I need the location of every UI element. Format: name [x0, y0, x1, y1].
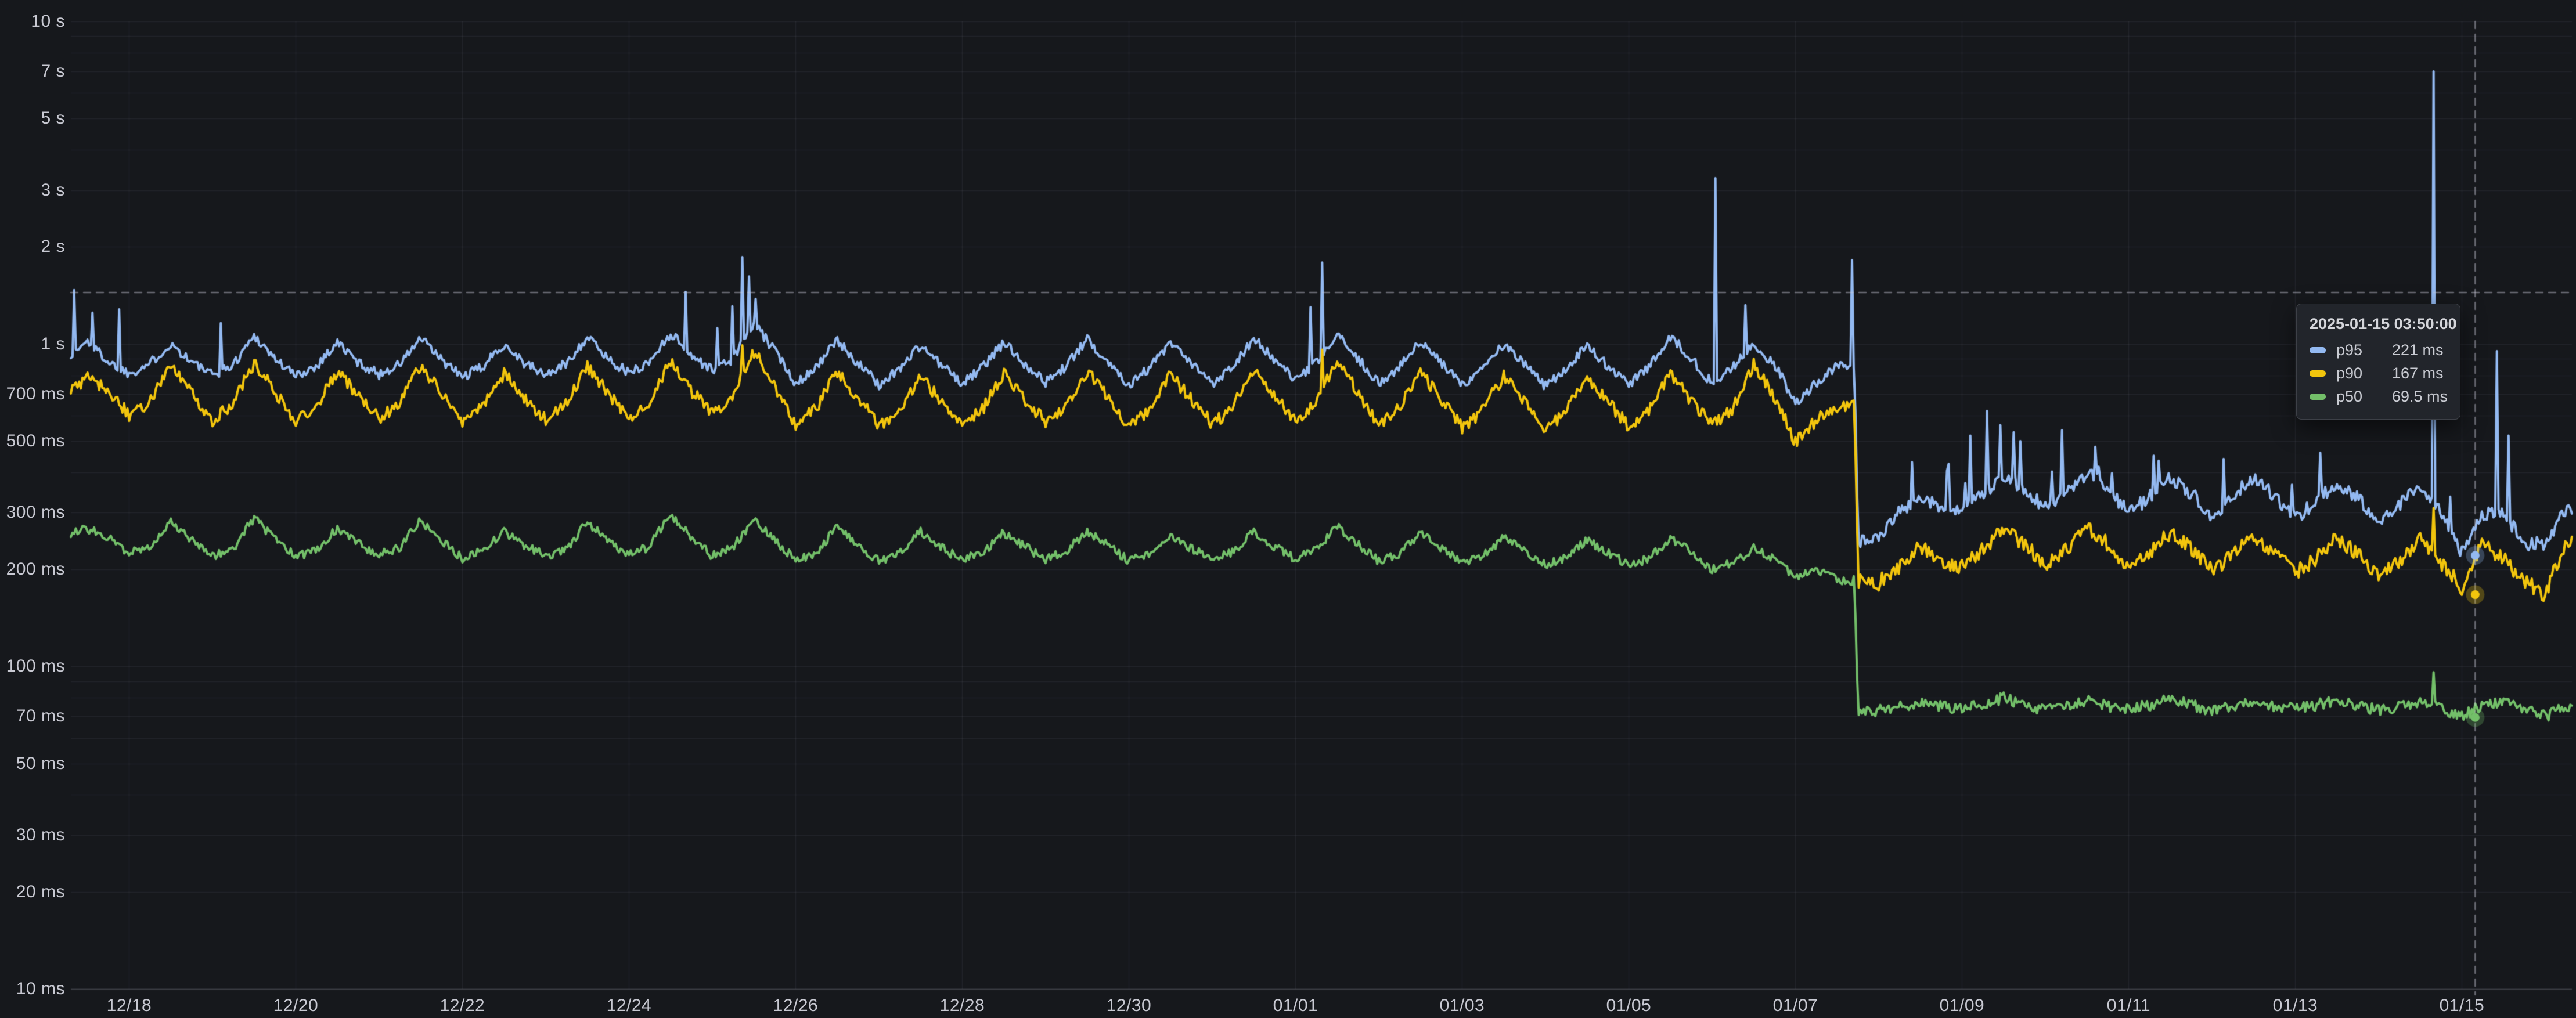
- x-tick-label: 01/09: [1940, 996, 1985, 1016]
- y-tick-label: 20 ms: [0, 882, 65, 902]
- tooltip-row: p95221 ms: [2308, 341, 2448, 359]
- x-tick-label: 01/13: [2273, 996, 2318, 1016]
- tooltip-series-value: 167 ms: [2392, 364, 2444, 382]
- y-tick-label: 10 s: [0, 12, 65, 31]
- y-tick-label: 300 ms: [0, 503, 65, 522]
- tooltip-series-name: p50: [2336, 388, 2392, 406]
- x-tick-label: 12/26: [773, 996, 819, 1016]
- tooltip-row: p5069.5 ms: [2308, 388, 2448, 406]
- x-tick-label: 01/03: [1440, 996, 1485, 1016]
- y-tick-label: 200 ms: [0, 559, 65, 579]
- series-color-pill-icon: [2310, 394, 2326, 400]
- y-tick-label: 5 s: [0, 109, 65, 128]
- series-color-pill-icon: [2310, 370, 2326, 377]
- time-series-panel: 10 s 7 s 5 s 3 s 2 s 1 s 700 ms 500 ms 300 ms 200…: [0, 0, 2576, 1018]
- tooltip-series-value: 69.5 ms: [2392, 388, 2448, 406]
- y-tick-label: 700 ms: [0, 384, 65, 404]
- chart-tooltip: 2025-01-15 03:50:00 p95221 msp90167 msp5…: [2296, 304, 2460, 420]
- x-tick-label: 12/20: [273, 996, 319, 1016]
- tooltip-series-name: p95: [2336, 341, 2392, 359]
- tooltip-series-name: p90: [2336, 364, 2392, 382]
- x-tick-label: 12/28: [940, 996, 985, 1016]
- series-color-pill-icon: [2310, 347, 2326, 353]
- tooltip-series-value: 221 ms: [2392, 341, 2444, 359]
- x-tick-label: 01/01: [1273, 996, 1318, 1016]
- x-tick-label: 12/30: [1107, 996, 1152, 1016]
- y-tick-label: 3 s: [0, 181, 65, 200]
- tooltip-timestamp: 2025-01-15 03:50:00: [2310, 315, 2448, 333]
- y-tick-label: 70 ms: [0, 706, 65, 726]
- x-tick-label: 12/18: [107, 996, 152, 1016]
- y-tick-label: 1 s: [0, 334, 65, 354]
- x-tick-label: 12/22: [440, 996, 485, 1016]
- x-tick-label: 01/15: [2440, 996, 2485, 1016]
- tooltip-row: p90167 ms: [2308, 364, 2448, 382]
- x-tick-label: 01/07: [1773, 996, 1818, 1016]
- x-tick-label: 12/24: [607, 996, 652, 1016]
- y-tick-label: 100 ms: [0, 656, 65, 676]
- y-tick-label: 2 s: [0, 237, 65, 257]
- y-tick-label: 10 ms: [0, 979, 65, 999]
- latency-chart-canvas[interactable]: [0, 0, 2576, 1018]
- x-tick-label: 01/11: [2107, 996, 2150, 1016]
- y-tick-label: 500 ms: [0, 431, 65, 451]
- x-tick-label: 01/05: [1606, 996, 1652, 1016]
- tooltip-rows: p95221 msp90167 msp5069.5 ms: [2308, 341, 2448, 406]
- y-tick-label: 50 ms: [0, 754, 65, 774]
- y-tick-label: 30 ms: [0, 825, 65, 845]
- y-tick-label: 7 s: [0, 62, 65, 81]
